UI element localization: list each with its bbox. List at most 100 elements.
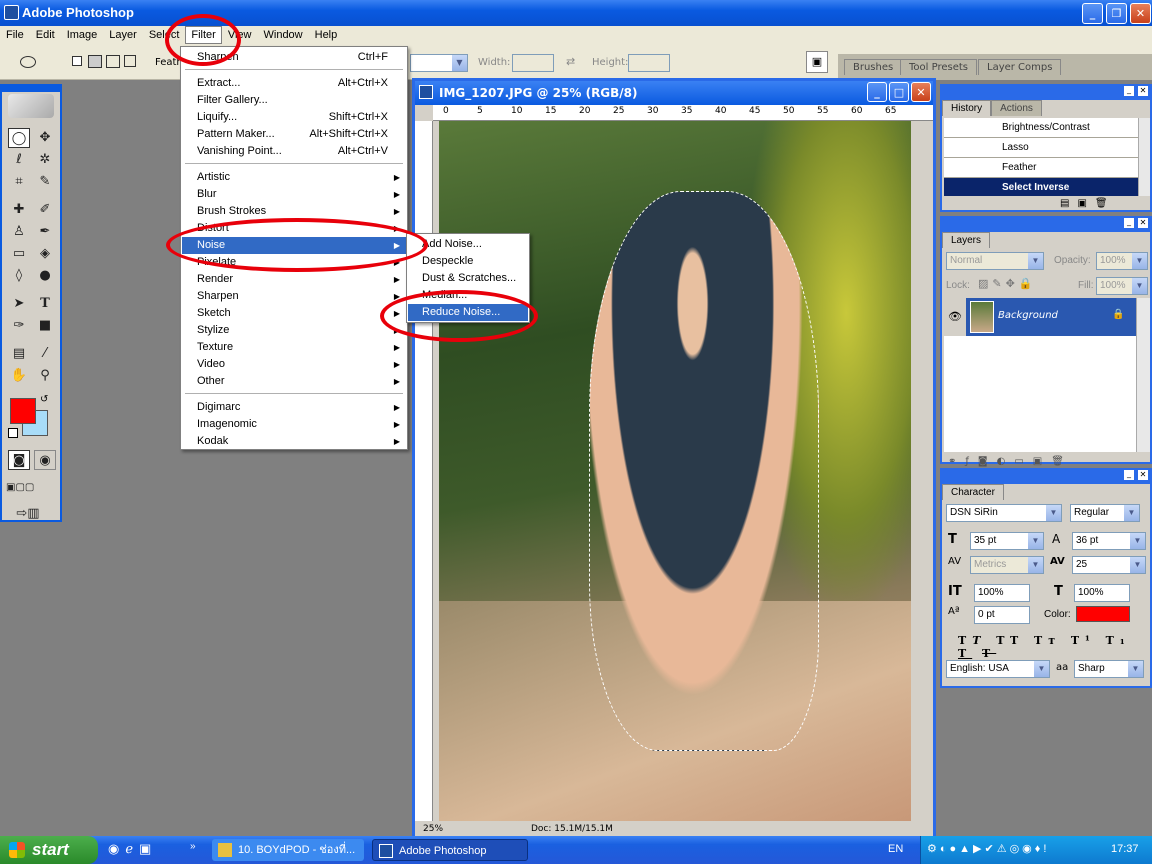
tab-character[interactable]: Character: [942, 484, 1004, 500]
file-browser-icon[interactable]: ▣: [806, 51, 828, 73]
slice-tool-icon[interactable]: ✎: [34, 172, 56, 192]
width-field[interactable]: [512, 54, 554, 72]
filter-texture[interactable]: Texture ▶: [182, 339, 406, 356]
shape-tool-icon[interactable]: ■: [34, 316, 56, 336]
filter-liquify[interactable]: Liquify... Shift+Ctrl+X: [182, 109, 406, 126]
noise-dust-scratches[interactable]: Dust & Scratches...: [408, 270, 528, 287]
doc-minimize-button[interactable]: _: [867, 82, 887, 102]
fill-field[interactable]: 100% ▼: [1096, 277, 1148, 295]
intersect-selection-icon[interactable]: [124, 55, 136, 67]
filter-stylize[interactable]: Stylize ▶: [182, 322, 406, 339]
filter-digimarc[interactable]: Digimarc ▶: [182, 399, 406, 416]
restore-button[interactable]: ❐: [1106, 3, 1127, 24]
quicklaunch-expand-icon[interactable]: »: [190, 841, 196, 852]
tab-tool-presets[interactable]: Tool Presets: [900, 59, 977, 75]
tab-actions[interactable]: Actions: [991, 100, 1042, 116]
filter-sketch[interactable]: Sketch ▶: [182, 305, 406, 322]
zoom-tool-icon[interactable]: ⚲: [34, 366, 56, 386]
move-tool-icon[interactable]: ✥: [34, 128, 56, 148]
lock-icons[interactable]: ▨✎✥🔒: [978, 277, 1037, 290]
swap-icon[interactable]: ⇄: [566, 55, 575, 68]
jump-to-imageready-icon[interactable]: ⇨▥: [8, 504, 48, 524]
font-size-field[interactable]: 35 pt ▼: [970, 532, 1044, 550]
filter-extract[interactable]: Extract... Alt+Ctrl+X: [182, 75, 406, 92]
pen-tool-icon[interactable]: ✑: [8, 316, 30, 336]
eyedropper-icon[interactable]: ⁄: [34, 344, 56, 364]
elliptical-marquee-icon[interactable]: [20, 56, 36, 68]
panel-close-icon[interactable]: ✕: [1138, 218, 1148, 228]
dodge-tool-icon[interactable]: ●: [34, 266, 56, 286]
font-style-dropdown[interactable]: Regular ▼: [1070, 504, 1140, 522]
crop-tool-icon[interactable]: ⌗: [8, 172, 30, 192]
filter-other[interactable]: Other ▶: [182, 373, 406, 390]
taskbar-item[interactable]: 10. BOYdPOD - ช่องที่...: [212, 839, 364, 861]
doc-maximize-button[interactable]: □: [889, 82, 909, 102]
language-indicator[interactable]: EN: [888, 843, 903, 855]
filter-video[interactable]: Video ▶: [182, 356, 406, 373]
path-select-icon[interactable]: ➤: [8, 294, 30, 314]
tab-brushes[interactable]: Brushes: [844, 59, 903, 75]
notes-tool-icon[interactable]: ▤: [8, 344, 30, 364]
language-dropdown[interactable]: English: USA ▼: [946, 660, 1050, 678]
subtract-selection-icon[interactable]: [106, 55, 120, 68]
filter-kodak[interactable]: Kodak ▶: [182, 433, 406, 450]
panel-minimize-icon[interactable]: _: [1124, 218, 1134, 228]
vertical-scale-field[interactable]: 100%: [974, 584, 1030, 602]
doc-info[interactable]: Doc: 15.1M/15.1M: [531, 824, 613, 834]
layer-name[interactable]: Background: [998, 310, 1058, 321]
menu-edit[interactable]: Edit: [30, 26, 61, 41]
baseline-shift-field[interactable]: 0 pt: [974, 606, 1030, 624]
tray-icons[interactable]: ⚙◐●▲▶✔⚠◎◉♦!: [927, 842, 1049, 855]
menu-window[interactable]: Window: [258, 26, 309, 41]
new-selection-icon[interactable]: [72, 56, 82, 66]
antialias-dropdown[interactable]: Sharp ▼: [1074, 660, 1144, 678]
noise-despeckle[interactable]: Despeckle: [408, 253, 528, 270]
type-tool-icon[interactable]: T: [34, 294, 56, 314]
standard-mode-icon[interactable]: ◙: [8, 450, 30, 470]
history-brush-icon[interactable]: ✒: [34, 222, 56, 242]
minimize-button[interactable]: _: [1082, 3, 1103, 24]
history-item[interactable]: Brightness/Contrast: [944, 118, 1138, 138]
panel-minimize-icon[interactable]: _: [1124, 470, 1134, 480]
style-dropdown[interactable]: ▼: [410, 54, 468, 72]
menu-layer[interactable]: Layer: [103, 26, 143, 41]
brush-tool-icon[interactable]: ✐: [34, 200, 56, 220]
filter-vanishing-point[interactable]: Vanishing Point... Alt+Ctrl+V: [182, 143, 406, 160]
quick-mask-icon[interactable]: ◉: [34, 450, 56, 470]
height-field[interactable]: [628, 54, 670, 72]
quicklaunch-icons[interactable]: ◉ℯ▣: [108, 841, 157, 857]
filter-render[interactable]: Render ▶: [182, 271, 406, 288]
menu-file[interactable]: File: [0, 26, 30, 41]
menu-help[interactable]: Help: [309, 26, 344, 41]
default-colors-icon[interactable]: [8, 428, 18, 438]
menu-image[interactable]: Image: [61, 26, 104, 41]
text-color-swatch[interactable]: [1076, 606, 1130, 622]
type-style-buttons[interactable]: TT TT Tт T¹ T₁ T T: [958, 634, 1150, 660]
history-item[interactable]: Lasso: [944, 138, 1138, 158]
filter-sharpen[interactable]: Sharpen ▶: [182, 288, 406, 305]
marquee-tool-icon[interactable]: ◯: [8, 128, 30, 148]
swap-colors-icon[interactable]: ↺: [40, 394, 48, 405]
paint-bucket-icon[interactable]: ◈: [34, 244, 56, 264]
panel-close-icon[interactable]: ✕: [1138, 86, 1148, 96]
clone-stamp-icon[interactable]: ♙: [8, 222, 30, 242]
healing-brush-icon[interactable]: ✚: [8, 200, 30, 220]
kerning-field[interactable]: Metrics ▼: [970, 556, 1044, 574]
tab-layers[interactable]: Layers: [942, 232, 991, 248]
tab-history[interactable]: History: [942, 100, 992, 116]
screen-mode-icon[interactable]: ▣▢▢: [6, 478, 34, 498]
layer-row-background[interactable]: 👁 Background 🔒: [944, 298, 1136, 336]
history-item-selected[interactable]: Select Inverse: [944, 178, 1138, 196]
opacity-field[interactable]: 100% ▼: [1096, 252, 1148, 270]
history-item[interactable]: Feather: [944, 158, 1138, 178]
visibility-eye-icon[interactable]: 👁: [944, 298, 966, 336]
filter-imagenomic[interactable]: Imagenomic ▶: [182, 416, 406, 433]
zoom-level[interactable]: 25%: [423, 824, 443, 834]
start-button[interactable]: start: [0, 836, 98, 864]
foreground-color-swatch[interactable]: [10, 398, 36, 424]
lasso-tool-icon[interactable]: ℓ: [8, 150, 30, 170]
tab-layer-comps[interactable]: Layer Comps: [978, 59, 1062, 75]
font-family-dropdown[interactable]: DSN SiRin ▼: [946, 504, 1062, 522]
magic-wand-icon[interactable]: ✲: [34, 150, 56, 170]
filter-gallery[interactable]: Filter Gallery...: [182, 92, 406, 109]
